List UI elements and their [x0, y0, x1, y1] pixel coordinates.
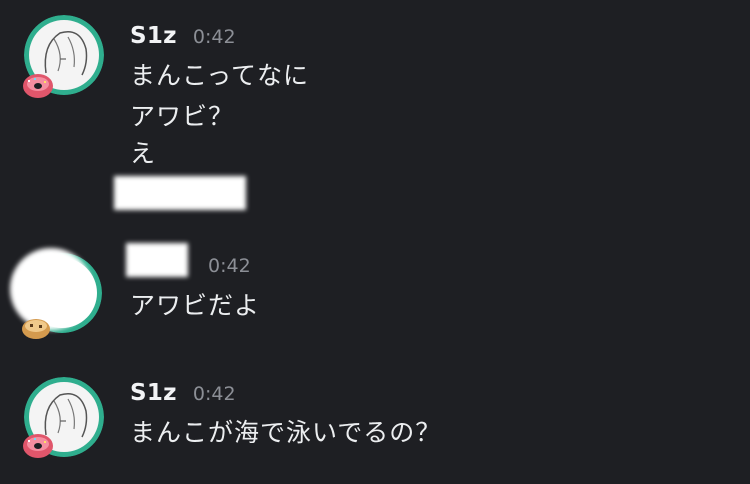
chat-log: S1z 0:42 まんこってなに アワビ？ え 0:42 アワビだよ S1z 0… [0, 0, 750, 484]
username[interactable]: S1z [130, 380, 177, 406]
timestamp: 0:42 [208, 255, 251, 277]
message-text: まんこが海で泳いでるの？ [130, 418, 442, 447]
redacted-username [126, 243, 188, 277]
message-header: 0:42 [208, 255, 251, 285]
donut-icon [23, 74, 53, 98]
message-header: S1z 0:42 [130, 23, 236, 53]
donut-icon [23, 434, 53, 458]
cookie-badge [18, 312, 54, 342]
timestamp: 0:42 [192, 26, 236, 48]
message-text: アワビだよ [130, 291, 261, 320]
message-text: まんこってなに [130, 61, 310, 90]
redacted-text [114, 176, 246, 210]
username[interactable]: S1z [130, 23, 177, 49]
timestamp: 0:42 [192, 383, 236, 405]
message-text: え [130, 139, 157, 168]
donut-badge [20, 430, 56, 460]
donut-badge [20, 70, 56, 100]
message-text: アワビ？ [130, 102, 235, 131]
message-header: S1z 0:42 [130, 380, 236, 410]
cookie-icon [22, 319, 50, 339]
